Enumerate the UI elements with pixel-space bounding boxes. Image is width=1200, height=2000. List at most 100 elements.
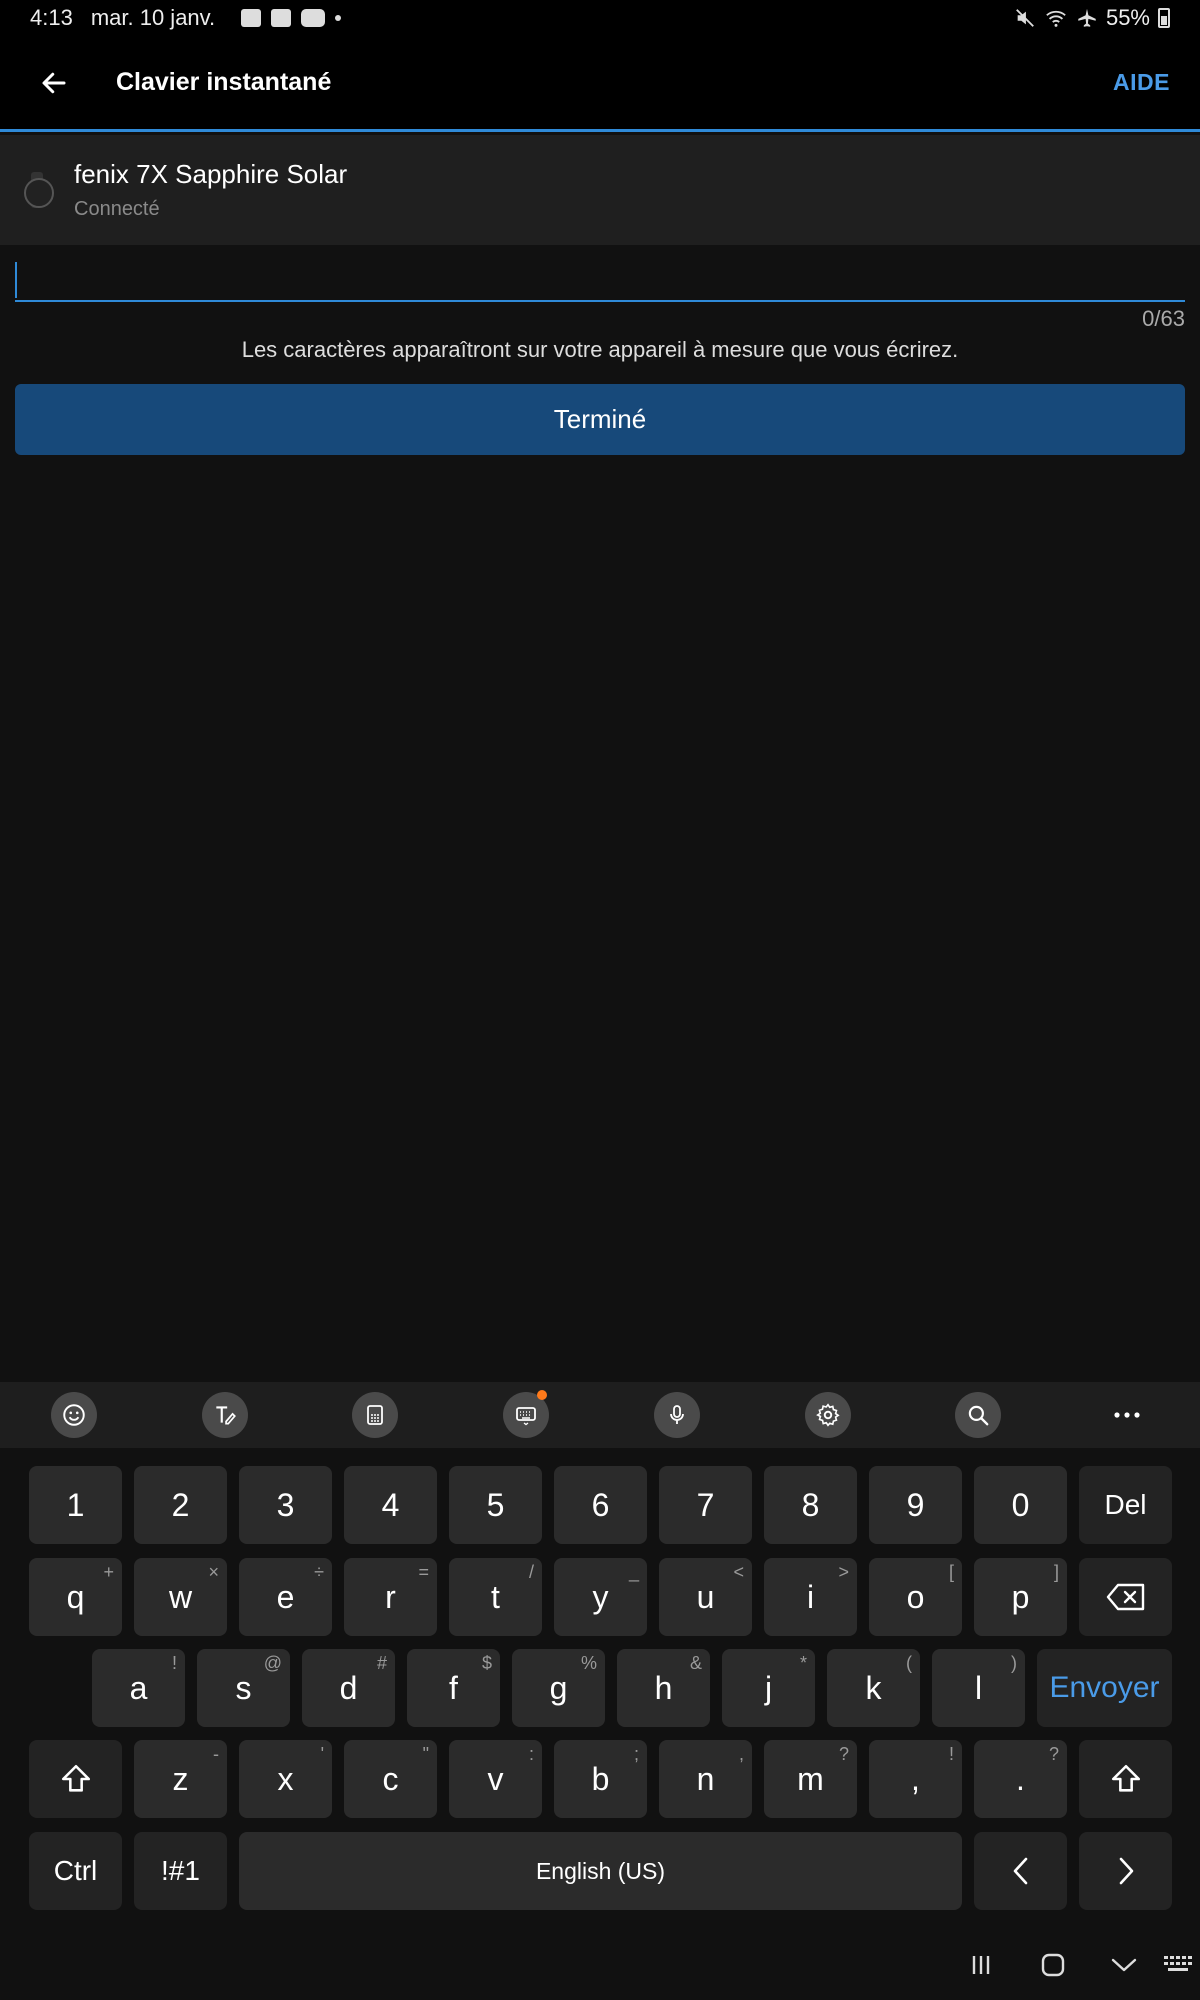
key-4[interactable]: 4 bbox=[344, 1466, 437, 1544]
ctrl-key[interactable]: Ctrl bbox=[29, 1832, 122, 1910]
key-alt: ! bbox=[171, 1653, 177, 1673]
keyboard-switch-button[interactable] bbox=[1158, 1945, 1198, 1985]
chevron-down-icon bbox=[1111, 1958, 1137, 1972]
key-j[interactable]: j * bbox=[722, 1649, 815, 1727]
arrow-left-icon bbox=[42, 72, 66, 93]
key-d[interactable]: d # bbox=[302, 1649, 395, 1727]
key-label: t bbox=[491, 1578, 500, 1615]
key-alt: : bbox=[528, 1744, 534, 1764]
key-comma[interactable]: ,! bbox=[869, 1740, 962, 1818]
shift-key-right[interactable] bbox=[1079, 1740, 1172, 1818]
key-b[interactable]: b; bbox=[554, 1740, 647, 1818]
key-9[interactable]: 9 bbox=[869, 1466, 962, 1544]
key-alt: [ bbox=[948, 1562, 954, 1582]
key-label: c bbox=[382, 1760, 399, 1797]
calendar-notification-icon bbox=[271, 9, 292, 27]
key-l[interactable]: l) bbox=[932, 1649, 1025, 1727]
key-z[interactable]: z- bbox=[134, 1740, 227, 1818]
key-5[interactable]: 5 bbox=[449, 1466, 542, 1544]
key-w[interactable]: w × bbox=[134, 1558, 227, 1636]
key-alt: , bbox=[738, 1744, 744, 1764]
key-7[interactable]: 7 bbox=[659, 1466, 752, 1544]
home-icon bbox=[1041, 1953, 1065, 1977]
key-label: i bbox=[806, 1578, 815, 1615]
chevron-right-icon bbox=[1119, 1857, 1133, 1885]
key-label: y bbox=[592, 1578, 609, 1615]
key-f[interactable]: f $ bbox=[407, 1649, 500, 1727]
key-u[interactable]: u < bbox=[659, 1558, 752, 1636]
cursor-right-key[interactable] bbox=[1079, 1832, 1172, 1910]
key-i[interactable]: i > bbox=[764, 1558, 857, 1636]
key-label: g bbox=[549, 1669, 568, 1706]
key-x[interactable]: x ' bbox=[239, 1740, 332, 1818]
key-label: h bbox=[654, 1669, 673, 1706]
key-a[interactable]: a! bbox=[92, 1649, 185, 1727]
key-alt: ! bbox=[948, 1744, 954, 1764]
key-h[interactable]: h & bbox=[617, 1649, 710, 1727]
space-key[interactable]: English (US) bbox=[239, 1832, 962, 1910]
shift-icon bbox=[1111, 1764, 1140, 1792]
back-button[interactable] bbox=[26, 55, 82, 111]
key-m[interactable]: m? bbox=[764, 1740, 857, 1818]
key-label: s bbox=[235, 1669, 252, 1706]
key-alt: & bbox=[689, 1653, 702, 1673]
key-q[interactable]: q + bbox=[29, 1558, 122, 1636]
recent-apps-button[interactable] bbox=[961, 1945, 1001, 1985]
device-status: Connecté bbox=[74, 198, 160, 220]
backspace-key[interactable] bbox=[1079, 1558, 1172, 1636]
key-label: n bbox=[696, 1760, 715, 1797]
key-alt: ' bbox=[320, 1744, 324, 1764]
key-r[interactable]: r = bbox=[344, 1558, 437, 1636]
key-alt: * bbox=[799, 1653, 807, 1673]
emoji-icon bbox=[63, 1404, 85, 1426]
key-alt: # bbox=[376, 1653, 387, 1673]
cursor-left-key[interactable] bbox=[974, 1832, 1067, 1910]
key-6[interactable]: 6 bbox=[554, 1466, 647, 1544]
text-caret bbox=[15, 262, 17, 298]
app-bar: Clavier instantané AIDE bbox=[0, 36, 1200, 132]
key-label: v bbox=[487, 1760, 504, 1797]
one-handed-keyboard-button[interactable] bbox=[352, 1392, 398, 1438]
key-g[interactable]: g% bbox=[512, 1649, 605, 1727]
shift-key-left[interactable] bbox=[29, 1740, 122, 1818]
microphone-icon bbox=[670, 1405, 684, 1424]
done-button[interactable]: Terminé bbox=[15, 384, 1185, 455]
emoji-button[interactable] bbox=[51, 1392, 97, 1438]
gear-icon bbox=[816, 1403, 840, 1427]
more-options-button[interactable] bbox=[1104, 1392, 1150, 1438]
key-0[interactable]: 0 bbox=[974, 1466, 1067, 1544]
key-p[interactable]: p] bbox=[974, 1558, 1067, 1636]
key-k[interactable]: k( bbox=[827, 1649, 920, 1727]
key-y[interactable]: y _ bbox=[554, 1558, 647, 1636]
key-8[interactable]: 8 bbox=[764, 1466, 857, 1544]
key-t[interactable]: t / bbox=[449, 1558, 542, 1636]
symbols-key[interactable]: !#1 bbox=[134, 1832, 227, 1910]
key-o[interactable]: o[ bbox=[869, 1558, 962, 1636]
key-n[interactable]: n, bbox=[659, 1740, 752, 1818]
key-period[interactable]: .? bbox=[974, 1740, 1067, 1818]
search-button[interactable] bbox=[955, 1392, 1001, 1438]
keyboard-mode-button[interactable] bbox=[503, 1390, 549, 1438]
wifi-icon bbox=[1046, 10, 1066, 27]
text-input[interactable] bbox=[15, 262, 1185, 300]
handwriting-button[interactable] bbox=[202, 1392, 248, 1438]
device-name: fenix 7X Sapphire Solar bbox=[74, 159, 348, 189]
help-button[interactable]: AIDE bbox=[1113, 69, 1170, 96]
voice-input-button[interactable] bbox=[654, 1392, 700, 1438]
hide-keyboard-button[interactable] bbox=[1104, 1945, 1144, 1985]
key-c[interactable]: c " bbox=[344, 1740, 437, 1818]
keyboard-settings-button[interactable] bbox=[805, 1392, 851, 1438]
key-alt: - bbox=[213, 1744, 219, 1764]
key-e[interactable]: e ÷ bbox=[239, 1558, 332, 1636]
key-3[interactable]: 3 bbox=[239, 1466, 332, 1544]
battery-percent: 55% bbox=[1105, 5, 1150, 30]
home-button[interactable] bbox=[1033, 1945, 1073, 1985]
key-s[interactable]: s @ bbox=[197, 1649, 290, 1727]
key-label: j bbox=[764, 1669, 773, 1706]
chevron-left-icon bbox=[1013, 1857, 1027, 1885]
key-v[interactable]: v: bbox=[449, 1740, 542, 1818]
key-2[interactable]: 2 bbox=[134, 1466, 227, 1544]
key-1[interactable]: 1 bbox=[29, 1466, 122, 1544]
send-key[interactable]: Envoyer bbox=[1037, 1649, 1172, 1727]
del-key[interactable]: Del bbox=[1079, 1466, 1172, 1544]
